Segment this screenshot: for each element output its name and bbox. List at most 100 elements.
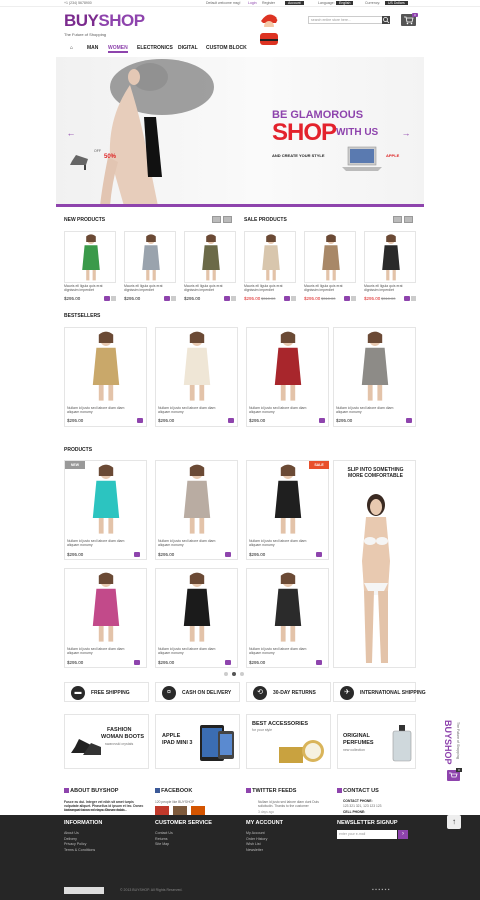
nav-item-electronics[interactable]: ELECTRONICS: [137, 45, 173, 51]
feature-truck[interactable]: ▬ FREE SHIPPING: [64, 682, 149, 702]
product-name[interactable]: Nullam id justo sed labore diam diam ali…: [158, 539, 222, 547]
tweet-time: 3 days ago: [258, 810, 275, 814]
service-link-contact[interactable]: Contact Us: [155, 831, 173, 837]
feature-plane[interactable]: ✈ INTERNATIONAL SHIPPING: [333, 682, 426, 702]
newsletter-email-input[interactable]: enter your e-mail: [337, 830, 397, 839]
wishlist-icon[interactable]: [291, 296, 296, 301]
facebook-faces[interactable]: [155, 806, 235, 815]
newsletter-submit-button[interactable]: ›: [398, 830, 408, 839]
service-link-sitemap[interactable]: Site Map: [155, 842, 173, 848]
add-to-cart-icon[interactable]: [316, 660, 322, 665]
sale-products-next-button[interactable]: [404, 216, 413, 223]
product-name[interactable]: Nullam id justo sed labore diam diam ali…: [67, 647, 131, 655]
nav-item-women[interactable]: WOMEN: [108, 45, 128, 53]
search-icon: [383, 17, 390, 24]
register-link[interactable]: Register: [262, 1, 275, 5]
add-to-cart-icon[interactable]: [225, 552, 231, 557]
logo[interactable]: BUYSHOP: [64, 11, 145, 31]
info-list: About Us Delivery Privacy Policy Terms &…: [64, 831, 95, 853]
account-dropdown[interactable]: Account: [285, 1, 304, 5]
scroll-top-button[interactable]: ↑: [447, 815, 461, 829]
feature-returns[interactable]: ⟲ 30-DAY RETURNS: [246, 682, 331, 702]
account-link-account[interactable]: My Account: [246, 831, 267, 837]
new-products-prev-button[interactable]: [212, 216, 221, 223]
search-button[interactable]: [382, 16, 390, 24]
info-title: INFORMATION: [64, 820, 103, 826]
product-name[interactable]: Mauris ell ligula quis erat dignissim im…: [64, 284, 116, 292]
product-name[interactable]: Nullam id justo sed labore diam diam ali…: [336, 406, 400, 414]
product-card[interactable]: [124, 231, 176, 283]
product-name[interactable]: Mauris ell ligula quis erat dignissim im…: [244, 284, 296, 292]
wishlist-icon[interactable]: [111, 296, 116, 301]
info-link-terms[interactable]: Terms & Conditions: [64, 848, 95, 854]
facebook-title: FACEBOOK: [155, 788, 192, 794]
product-name[interactable]: Nullam id justo sed labore diam diam ali…: [249, 406, 313, 414]
home-icon[interactable]: ⌂: [70, 45, 73, 51]
add-to-cart-icon[interactable]: [284, 296, 290, 301]
promo-ipad[interactable]: APPLE IPAD MINI 3: [155, 714, 240, 769]
promo-model-panel[interactable]: SLIP INTO SOMETHING MORE COMFORTABLE: [333, 460, 416, 668]
add-to-cart-icon[interactable]: [164, 296, 170, 301]
feature-cash[interactable]: ¤ CASH ON DELIVERY: [155, 682, 240, 702]
product-name[interactable]: Mauris ell ligula quis erat dignissim im…: [124, 284, 176, 292]
add-to-cart-icon[interactable]: [104, 296, 110, 301]
promo-fashion-boots[interactable]: FASHION WOMAN BOOTS swarovski crystals: [64, 714, 149, 769]
product-card[interactable]: [184, 231, 236, 283]
search-input[interactable]: search entire store here...: [308, 16, 390, 24]
add-to-cart-icon[interactable]: [406, 418, 412, 423]
facebook-likes: 120 people like BUYSHOP: [155, 800, 195, 804]
new-products-next-button[interactable]: [223, 216, 232, 223]
currency-dropdown[interactable]: US Dollars: [385, 1, 408, 5]
add-to-cart-icon[interactable]: [137, 418, 143, 423]
welcome-message: Default welcome msg!: [206, 1, 241, 5]
product-card[interactable]: [304, 231, 356, 283]
nav-item-digital[interactable]: DIGITAL: [178, 45, 198, 51]
product-name[interactable]: Mauris ell ligula quis erat dignissim im…: [364, 284, 416, 292]
product-name[interactable]: Nullam id justo sed labore diam diam ali…: [67, 406, 131, 414]
product-card[interactable]: [364, 231, 416, 283]
banner-line3: WITH US: [336, 127, 379, 138]
product-name[interactable]: Nullam id justo sed labore diam diam ali…: [249, 539, 313, 547]
add-to-cart-icon[interactable]: [404, 296, 410, 301]
add-to-cart-icon[interactable]: [228, 418, 234, 423]
add-to-cart-icon[interactable]: [225, 660, 231, 665]
social-icons[interactable]: ▪ ▪ ▪ ▪ ▪ ▪: [372, 887, 390, 893]
side-logo[interactable]: BUYSHOP: [443, 720, 453, 765]
language-dropdown[interactable]: English: [336, 1, 354, 5]
login-link[interactable]: Login: [248, 1, 257, 5]
add-to-cart-icon[interactable]: [134, 552, 140, 557]
product-name[interactable]: Mauris ell ligula quis erat dignissim im…: [184, 284, 236, 292]
wishlist-icon[interactable]: [411, 296, 416, 301]
banner-line2: SHOP: [272, 119, 337, 146]
sale-products-prev-button[interactable]: [393, 216, 402, 223]
wishlist-icon[interactable]: [231, 296, 236, 301]
promo-perfumes[interactable]: ORIGINAL PERFUMES new collection: [337, 714, 416, 769]
wishlist-icon[interactable]: [171, 296, 176, 301]
product-name[interactable]: Nullam id justo sed labore diam diam ali…: [158, 647, 222, 655]
product-name[interactable]: Mauris ell ligula quis erat dignissim im…: [304, 284, 356, 292]
hero-banner[interactable]: OFF 50% BE GLAMOROUS SHOP WITH US AND CR…: [56, 57, 424, 206]
twitter-title: TWITTER FEEDS: [246, 788, 296, 794]
product-name[interactable]: Nullam id justo sed labore diam diam ali…: [158, 406, 222, 414]
promo-accessories[interactable]: BEST ACCESSORIES for your style: [246, 714, 331, 769]
product-name[interactable]: Nullam id justo sed labore diam diam ali…: [249, 647, 313, 655]
model-lingerie-image: [362, 494, 390, 663]
add-to-cart-icon[interactable]: [224, 296, 230, 301]
add-to-cart-icon[interactable]: [316, 552, 322, 557]
product-card[interactable]: [244, 231, 296, 283]
banner-next-arrow[interactable]: →: [401, 129, 411, 138]
products-pagination-dots[interactable]: [222, 672, 246, 677]
product-name[interactable]: Nullam id justo sed labore diam diam ali…: [67, 539, 131, 547]
add-to-cart-icon[interactable]: [319, 418, 325, 423]
nav-item-custom-block[interactable]: CUSTOM BLOCK: [206, 45, 247, 51]
product-card[interactable]: [64, 231, 116, 283]
product-image: [274, 572, 302, 642]
wishlist-icon[interactable]: [351, 296, 356, 301]
add-to-cart-icon[interactable]: [134, 660, 140, 665]
banner-prev-arrow[interactable]: ←: [66, 129, 76, 138]
nav-item-man[interactable]: MAN: [87, 45, 98, 51]
add-to-cart-icon[interactable]: [344, 296, 350, 301]
account-link-newsletter[interactable]: Newsletter: [246, 848, 267, 854]
contact-phone: 123 321 321, 123 123 123: [343, 804, 382, 808]
watch-image: [279, 740, 324, 763]
